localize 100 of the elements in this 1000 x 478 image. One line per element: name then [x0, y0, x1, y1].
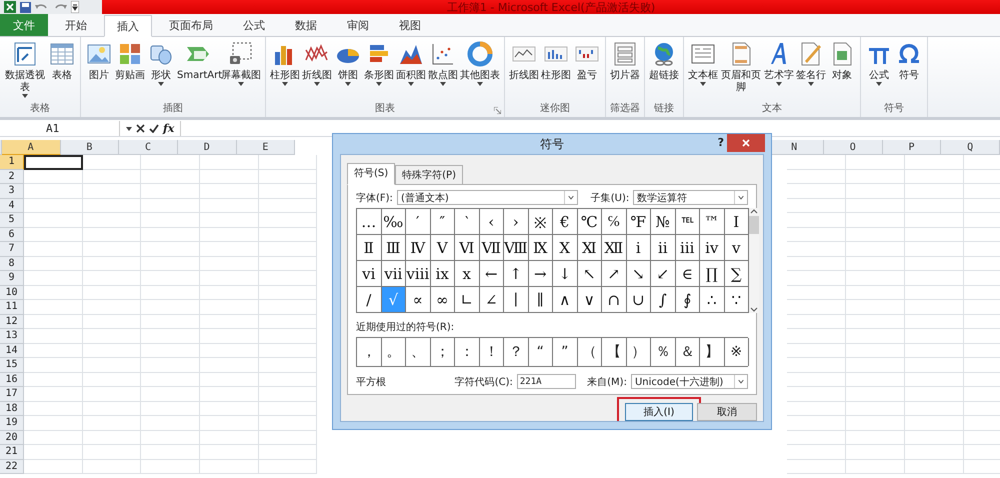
ribbon-button[interactable]: 图片: [84, 40, 114, 103]
column-header[interactable]: D: [178, 140, 237, 155]
check-icon[interactable]: [149, 124, 159, 133]
sheet-cell[interactable]: [200, 271, 259, 286]
sheet-cell[interactable]: [904, 256, 964, 271]
symbol-cell[interactable]: ∨: [578, 287, 602, 313]
sheet-cell[interactable]: [787, 387, 846, 402]
sheet-cell[interactable]: [787, 344, 846, 358]
sheet-cell[interactable]: [24, 198, 83, 213]
symbol-cell[interactable]: ∫: [651, 287, 676, 313]
sheet-cell[interactable]: [904, 329, 964, 344]
sheet-cell[interactable]: [141, 430, 200, 445]
ribbon-button[interactable]: 形状: [146, 40, 176, 103]
symbol-cell[interactable]: Ⅰ: [724, 209, 749, 235]
sheet-cell[interactable]: [200, 213, 259, 228]
ribbon-button[interactable]: 签名行: [795, 40, 827, 103]
sheet-cell[interactable]: [141, 286, 200, 300]
sheet-cell[interactable]: [846, 416, 905, 430]
sheet-cell[interactable]: [258, 271, 318, 286]
row-header[interactable]: 16: [0, 372, 24, 387]
symbol-cell[interactable]: ※: [528, 209, 553, 235]
row-header[interactable]: 9: [0, 271, 24, 286]
ribbon-button[interactable]: 页眉和页脚: [719, 40, 763, 103]
sheet-cell[interactable]: [24, 286, 83, 300]
sheet-cell[interactable]: [200, 402, 259, 416]
sheet-cell[interactable]: [787, 445, 846, 460]
symbol-cell[interactable]: №: [651, 209, 676, 235]
scroll-thumb[interactable]: [749, 216, 759, 234]
sheet-cell[interactable]: [141, 460, 200, 474]
symbol-cell[interactable]: €: [553, 209, 578, 235]
sheet-cell[interactable]: [141, 445, 200, 460]
symbol-cell[interactable]: ∮: [676, 287, 700, 313]
sheet-cell[interactable]: [846, 271, 905, 286]
symbol-cell[interactable]: ℃: [578, 209, 602, 235]
symbol-cell[interactable]: ∩: [602, 287, 626, 313]
sheet-cell[interactable]: [904, 286, 964, 300]
sheet-cell[interactable]: [82, 184, 142, 198]
sheet-cell[interactable]: [846, 228, 905, 242]
ribbon-button[interactable]: 文本框: [687, 40, 719, 103]
sheet-cell[interactable]: [904, 416, 964, 430]
sheet-cell[interactable]: [82, 430, 142, 445]
sheet-cell[interactable]: [787, 358, 846, 372]
sheet-cell[interactable]: [82, 242, 142, 256]
dialog-tab[interactable]: 特殊字符(P): [395, 165, 463, 185]
ribbon-button[interactable]: 数据透视表: [3, 40, 47, 103]
cancel-icon[interactable]: [136, 124, 145, 133]
symbol-cell[interactable]: ℉: [626, 209, 651, 235]
sheet-cell[interactable]: [846, 460, 905, 474]
sheet-cell[interactable]: [200, 198, 259, 213]
sheet-cell[interactable]: [787, 170, 846, 184]
ribbon-button[interactable]: 散点图: [427, 40, 459, 103]
sheet-cell[interactable]: [200, 460, 259, 474]
row-header[interactable]: 13: [0, 329, 24, 344]
sheet-cell[interactable]: [258, 358, 318, 372]
symbol-cell[interactable]: Ⅵ: [455, 235, 480, 261]
sheet-cell[interactable]: [24, 402, 83, 416]
ribbon-button[interactable]: 条形图: [363, 40, 395, 103]
row-header[interactable]: 17: [0, 387, 24, 402]
sheet-cell[interactable]: [200, 242, 259, 256]
sheet-cell[interactable]: [846, 372, 905, 387]
row-header[interactable]: 19: [0, 416, 24, 430]
ribbon-button[interactable]: 面积图: [395, 40, 427, 103]
sheet-cell[interactable]: [258, 242, 318, 256]
symbol-cell[interactable]: ℡: [676, 209, 700, 235]
sheet-cell[interactable]: [787, 286, 846, 300]
symbol-cell[interactable]: ∠: [480, 287, 504, 313]
sheet-cell[interactable]: [82, 286, 142, 300]
sheet-cell[interactable]: [258, 387, 318, 402]
insert-button[interactable]: 插入(I): [625, 403, 693, 421]
sheet-cell[interactable]: [200, 372, 259, 387]
sheet-cell[interactable]: [82, 300, 142, 314]
sheet-cell[interactable]: [200, 329, 259, 344]
sheet-cell[interactable]: [904, 314, 964, 329]
row-header[interactable]: 12: [0, 314, 24, 329]
symbol-cell[interactable]: ⅵ: [357, 261, 382, 287]
sheet-cell[interactable]: [787, 314, 846, 329]
sheet-cell[interactable]: [141, 228, 200, 242]
symbol-cell[interactable]: ∣: [504, 287, 528, 313]
ribbon-button[interactable]: 艺术字: [763, 40, 795, 103]
row-header[interactable]: 7: [0, 242, 24, 256]
symbol-cell[interactable]: ↓: [553, 261, 578, 287]
sheet-cell[interactable]: [24, 228, 83, 242]
symbol-cell[interactable]: ℅: [602, 209, 626, 235]
sheet-cell[interactable]: [846, 344, 905, 358]
sheet-cell[interactable]: [24, 256, 83, 271]
sheet-cell[interactable]: [904, 213, 964, 228]
sheet-cell[interactable]: [24, 271, 83, 286]
sheet-cell[interactable]: [24, 344, 83, 358]
sheet-cell[interactable]: [904, 358, 964, 372]
symbol-cell[interactable]: Ⅱ: [357, 235, 382, 261]
ribbon-tab[interactable]: 审阅: [334, 14, 382, 36]
symbol-cell[interactable]: ⅹ: [455, 261, 480, 287]
sheet-cell[interactable]: [24, 213, 83, 228]
symbol-cell[interactable]: ∞: [430, 287, 455, 313]
sheet-cell[interactable]: [787, 416, 846, 430]
row-header[interactable]: 6: [0, 228, 24, 242]
symbol-cell[interactable]: Ⅴ: [430, 235, 455, 261]
column-header[interactable]: B: [60, 140, 120, 155]
sheet-cell[interactable]: [787, 155, 846, 170]
close-button[interactable]: [727, 134, 765, 152]
